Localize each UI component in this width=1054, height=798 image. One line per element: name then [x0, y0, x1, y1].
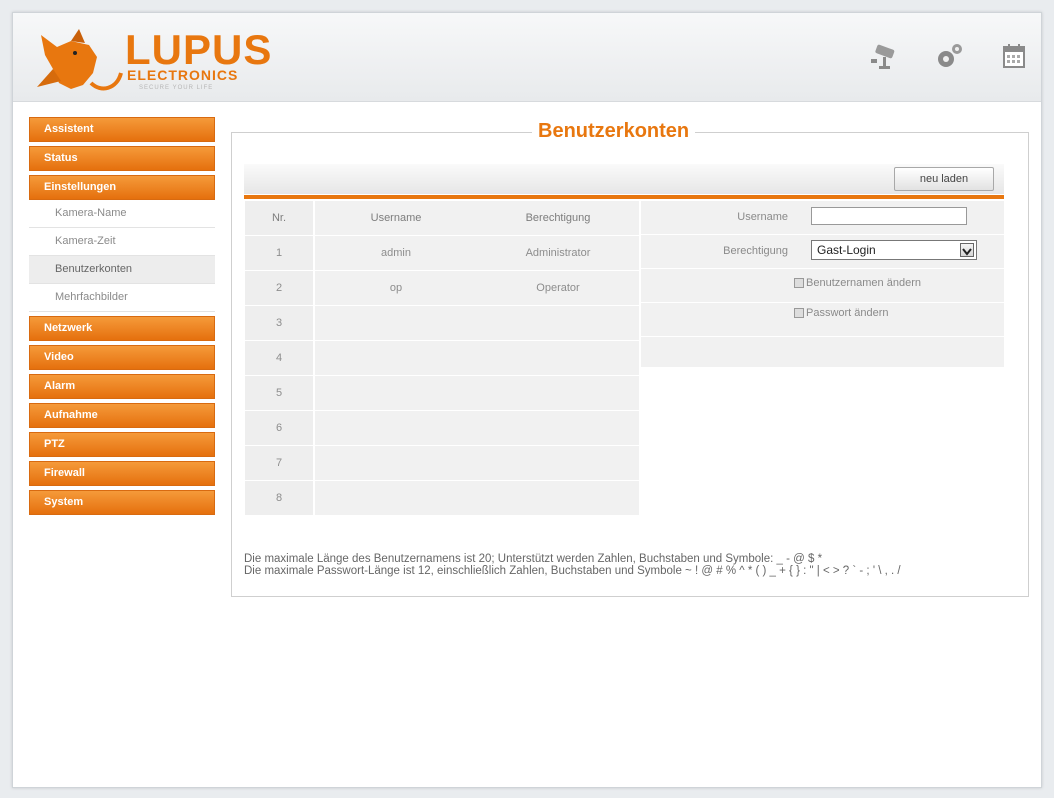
sidebar-item-alarm[interactable]: Alarm: [29, 374, 215, 399]
page-title: Benutzerkonten: [532, 120, 696, 143]
logo-wordmark: LUPUS: [125, 26, 273, 73]
table-header-row: Nr. Username Berechtigung: [245, 201, 639, 236]
table-row[interactable]: 2 op Operator: [245, 270, 639, 306]
panel-toolbar: neu laden: [244, 164, 1004, 194]
row-username: [314, 375, 477, 411]
username-input[interactable]: [811, 207, 967, 225]
row-username: [314, 305, 477, 341]
change-username-option[interactable]: Benutzernamen ändern: [794, 277, 921, 289]
column-header-nr: Nr.: [245, 201, 315, 236]
user-edit-form: Username Berechtigung Gast-Login Benutze…: [641, 201, 1004, 367]
column-header-username: Username: [314, 201, 477, 236]
sidebar-subitem-kamera-zeit[interactable]: Kamera-Zeit: [29, 228, 215, 256]
page-header: LUPUS ELECTRONICS SECURE YOUR LIFE: [13, 13, 1041, 102]
row-nr: 7: [245, 445, 315, 481]
sidebar-item-system[interactable]: System: [29, 490, 215, 515]
form-row-username: Username: [641, 201, 1004, 235]
row-username: [314, 445, 477, 481]
sidebar-subitem-kamera-name[interactable]: Kamera-Name: [29, 200, 215, 228]
toolbar-divider: [244, 195, 1004, 199]
logo-tagline: SECURE YOUR LIFE: [139, 85, 214, 91]
row-username: [314, 340, 477, 376]
row-username: op: [314, 270, 477, 306]
row-permission: [477, 480, 639, 516]
reload-button[interactable]: neu laden: [894, 167, 994, 191]
chevron-down-icon[interactable]: [960, 243, 974, 257]
form-row-permission: Berechtigung Gast-Login: [641, 235, 1004, 269]
sidebar-subitem-benutzerkonten[interactable]: Benutzerkonten: [29, 256, 215, 284]
sidebar-item-ptz[interactable]: PTZ: [29, 432, 215, 457]
sidebar-item-status[interactable]: Status: [29, 146, 215, 171]
table-row[interactable]: 7: [245, 445, 639, 481]
logo-subtitle: ELECTRONICS: [127, 67, 239, 83]
sidebar-item-video[interactable]: Video: [29, 345, 215, 370]
table-row[interactable]: 6: [245, 410, 639, 446]
row-permission: [477, 305, 639, 341]
info-line-password: Die maximale Passwort-Länge ist 12, eins…: [244, 565, 901, 577]
table-row[interactable]: 3: [245, 305, 639, 341]
permission-select-value: Gast-Login: [817, 243, 876, 257]
row-nr: 2: [245, 270, 315, 306]
sidebar-item-netzwerk[interactable]: Netzwerk: [29, 316, 215, 341]
change-password-checkbox[interactable]: [794, 308, 804, 319]
row-permission: [477, 445, 639, 481]
sidebar-subitem-mehrfachbilder[interactable]: Mehrfachbilder: [29, 284, 215, 312]
row-nr: 3: [245, 305, 315, 341]
row-nr: 4: [245, 340, 315, 376]
row-username: admin: [314, 235, 477, 271]
row-nr: 6: [245, 410, 315, 446]
user-table: Nr. Username Berechtigung 1 admin Admini…: [245, 201, 639, 516]
row-permission: [477, 375, 639, 411]
lupus-logo[interactable]: LUPUS ELECTRONICS SECURE YOUR LIFE: [31, 23, 271, 95]
column-header-permission: Berechtigung: [477, 201, 639, 236]
info-text: Die maximale Länge des Benutzernamens is…: [244, 553, 1024, 577]
fox-logo-icon: [37, 29, 123, 91]
sidebar-item-aufnahme[interactable]: Aufnahme: [29, 403, 215, 428]
table-row[interactable]: 4: [245, 340, 639, 376]
sidebar-item-firewall[interactable]: Firewall: [29, 461, 215, 486]
row-permission: [477, 340, 639, 376]
change-password-label: Passwort ändern: [806, 307, 889, 319]
row-username: [314, 410, 477, 446]
row-permission: [477, 410, 639, 446]
info-line-username: Die maximale Länge des Benutzernamens is…: [244, 553, 823, 565]
change-username-checkbox[interactable]: [794, 278, 804, 289]
sidebar-item-einstellungen[interactable]: Einstellungen: [29, 175, 215, 200]
table-row[interactable]: 8: [245, 480, 639, 516]
table-row[interactable]: 5: [245, 375, 639, 411]
camera-icon[interactable]: [867, 39, 901, 73]
row-nr: 1: [245, 235, 315, 271]
row-username: [314, 480, 477, 516]
sidebar-item-assistent[interactable]: Assistent: [29, 117, 215, 142]
permission-select[interactable]: Gast-Login: [811, 240, 977, 260]
sidebar-nav: Assistent Status Einstellungen Kamera-Na…: [29, 117, 215, 519]
user-accounts-panel: Benutzerkonten neu laden Nr. Username Be…: [231, 120, 1029, 597]
form-row-change-username: Benutzernamen ändern: [641, 269, 1004, 303]
change-username-label: Benutzernamen ändern: [806, 277, 921, 289]
row-nr: 8: [245, 480, 315, 516]
username-label: Username: [737, 211, 788, 223]
change-password-option[interactable]: Passwort ändern: [794, 307, 889, 319]
table-row[interactable]: 1 admin Administrator: [245, 235, 639, 271]
form-row-change-password: Passwort ändern: [641, 303, 1004, 337]
row-nr: 5: [245, 375, 315, 411]
row-permission: Operator: [477, 270, 639, 306]
row-permission: Administrator: [477, 235, 639, 271]
browser-frame: LUPUS ELECTRONICS SECURE YOUR LIFE Assis…: [12, 12, 1042, 788]
settings-submenu: Kamera-Name Kamera-Zeit Benutzerkonten M…: [29, 200, 215, 312]
calendar-icon[interactable]: [997, 39, 1031, 73]
permission-label: Berechtigung: [723, 245, 788, 257]
gears-icon[interactable]: [933, 39, 967, 73]
